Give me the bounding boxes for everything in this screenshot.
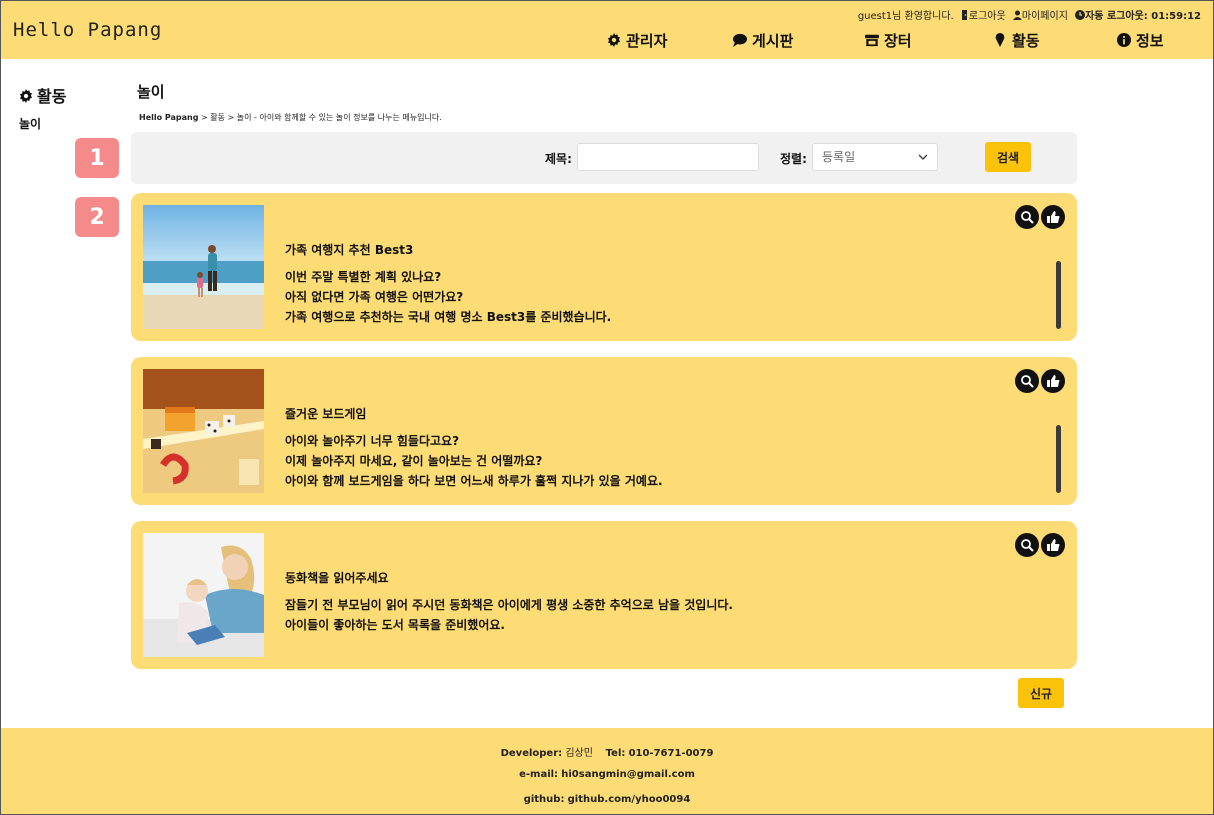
post-title[interactable]: 가족 여행지 추천 Best3 xyxy=(285,241,413,258)
post-actions xyxy=(1015,369,1065,393)
post-summary: 이번 주말 특별한 계획 있나요? 아직 없다면 가족 여행은 어떤가요? 가족… xyxy=(285,267,611,327)
chat-bubble-icon xyxy=(733,33,747,47)
post-summary: 아이와 놀아주기 너무 힘들다고요? 이제 놀아주지 마세요, 같이 놀아보는 … xyxy=(285,431,663,491)
post-card[interactable]: 동화책을 읽어주세요 잠들기 전 부모님이 읽어 주시던 동화책은 아이에게 평… xyxy=(131,521,1077,669)
github-link[interactable]: github.com/yhoo0094 xyxy=(568,794,691,805)
post-summary-line: 아이와 함께 보드게임을 하다 보면 어느새 하루가 훌쩍 지나가 있을 거예요… xyxy=(285,474,663,488)
post-title[interactable]: 동화책을 읽어주세요 xyxy=(285,569,389,586)
new-post-button[interactable]: 신규 xyxy=(1018,678,1064,708)
nav-info[interactable]: 정보 xyxy=(1117,29,1164,51)
logout-link[interactable]: 로그아웃 xyxy=(961,10,1009,22)
page-title: 놀이 xyxy=(137,83,165,101)
nav-admin-label: 관리자 xyxy=(626,31,668,50)
user-icon xyxy=(1012,10,1022,20)
mypage-link[interactable]: 마이페이지 xyxy=(1012,10,1071,22)
ice-cream-icon xyxy=(995,33,1005,47)
sort-select[interactable]: 등록일 xyxy=(812,143,938,171)
shop-icon xyxy=(865,34,879,47)
nav-activity[interactable]: 활동 xyxy=(993,29,1040,51)
breadcrumb: Hello Papang > 활동 > 놀이 - 아이와 함께할 수 있는 놀이… xyxy=(139,112,442,123)
sort-selected-value: 등록일 xyxy=(822,150,856,164)
breadcrumb-path: > 활동 > 놀이 - 아이와 함께할 수 있는 놀이 정보를 나누는 메뉴입니… xyxy=(198,113,442,122)
annotation-marker-2: 2 xyxy=(75,197,119,237)
nav-activity-label: 활동 xyxy=(1012,31,1040,50)
footer: Developer: 김상민 Tel: 010-7671-0079 e-mail… xyxy=(1,728,1213,814)
post-actions xyxy=(1015,533,1065,557)
sidebar-title: 활동 xyxy=(19,83,66,107)
gear-icon xyxy=(607,33,621,47)
view-button[interactable] xyxy=(1015,205,1039,229)
thumbs-up-icon xyxy=(1047,539,1060,551)
site-logo[interactable]: Hello Papang xyxy=(13,19,162,41)
title-search-input[interactable] xyxy=(577,143,759,171)
post-summary-line: 아직 없다면 가족 여행은 어떤가요? xyxy=(285,290,464,304)
like-button[interactable] xyxy=(1041,533,1065,557)
clock-icon xyxy=(1075,10,1086,20)
post-actions xyxy=(1015,205,1065,229)
footer-email: e-mail: hi0sangmin@gmail.com xyxy=(519,769,695,780)
logout-icon xyxy=(961,10,967,20)
view-button[interactable] xyxy=(1015,369,1039,393)
auto-logout-timer: 자동 로그아웃: 01:59:12 xyxy=(1075,10,1201,22)
post-card[interactable]: 가족 여행지 추천 Best3 이번 주말 특별한 계획 있나요? 아직 없다면… xyxy=(131,193,1077,341)
post-thumbnail-storybook[interactable] xyxy=(143,533,264,657)
header: Hello Papang guest1님 환영합니다. 로그아웃 마이페이지 자… xyxy=(1,1,1213,59)
search-bar: 제목: 정렬: 등록일 검색 xyxy=(131,132,1077,184)
post-thumbnail-beach[interactable] xyxy=(143,205,264,329)
post-summary-line: 이번 주말 특별한 계획 있나요? xyxy=(285,270,442,284)
gear-icon xyxy=(19,89,33,103)
search-icon xyxy=(1021,539,1034,552)
like-button[interactable] xyxy=(1041,205,1065,229)
nav-board-label: 게시판 xyxy=(752,31,794,50)
title-label: 제목: xyxy=(545,152,572,166)
post-summary-line: 가족 여행으로 추천하는 국내 여행 명소 Best3를 준비했습니다. xyxy=(285,310,612,324)
sidebar-item-play[interactable]: 놀이 xyxy=(19,115,41,132)
app-frame: Hello Papang guest1님 환영합니다. 로그아웃 마이페이지 자… xyxy=(0,0,1214,815)
search-icon xyxy=(1021,211,1034,224)
chevron-down-icon xyxy=(919,154,927,160)
email-link[interactable]: hi0sangmin@gmail.com xyxy=(561,769,695,780)
user-bar: guest1님 환영합니다. 로그아웃 마이페이지 자동 로그아웃: 01:59… xyxy=(858,7,1201,22)
nav-market[interactable]: 장터 xyxy=(865,29,912,51)
nav-market-label: 장터 xyxy=(884,31,912,50)
footer-github: github: github.com/yhoo0094 xyxy=(523,794,691,805)
user-greeting: guest1님 환영합니다. xyxy=(857,11,954,22)
post-summary-line: 아이와 놀아주기 너무 힘들다고요? xyxy=(285,434,460,448)
breadcrumb-home[interactable]: Hello Papang xyxy=(139,113,198,122)
post-summary-line: 아이들이 좋아하는 도서 목록을 준비했어요. xyxy=(285,618,505,632)
nav-info-label: 정보 xyxy=(1136,31,1164,50)
like-button[interactable] xyxy=(1041,369,1065,393)
scrollbar[interactable] xyxy=(1056,425,1061,493)
post-summary: 잠들기 전 부모님이 읽어 주시던 동화책은 아이에게 평생 소중한 추억으로 … xyxy=(285,595,733,635)
post-thumbnail-boardgame[interactable] xyxy=(143,369,264,493)
post-title[interactable]: 즐거운 보드게임 xyxy=(285,405,366,422)
thumbs-up-icon xyxy=(1047,211,1060,223)
post-summary-line: 이제 놀아주지 마세요, 같이 놀아보는 건 어떨까요? xyxy=(285,454,543,468)
scrollbar[interactable] xyxy=(1056,261,1061,329)
nav-admin[interactable]: 관리자 xyxy=(607,29,667,51)
info-icon xyxy=(1117,33,1131,47)
search-icon xyxy=(1021,375,1034,388)
annotation-marker-1: 1 xyxy=(75,138,119,178)
post-summary-line: 잠들기 전 부모님이 읽어 주시던 동화책은 아이에게 평생 소중한 추억으로 … xyxy=(285,598,733,612)
view-button[interactable] xyxy=(1015,533,1039,557)
nav-board[interactable]: 게시판 xyxy=(733,29,793,51)
footer-developer: Developer: 김상민 Tel: 010-7671-0079 xyxy=(500,748,714,759)
sort-label: 정렬: xyxy=(780,152,807,166)
search-button[interactable]: 검색 xyxy=(985,142,1031,172)
thumbs-up-icon xyxy=(1047,375,1060,387)
post-card[interactable]: 즐거운 보드게임 아이와 놀아주기 너무 힘들다고요? 이제 놀아주지 마세요,… xyxy=(131,357,1077,505)
